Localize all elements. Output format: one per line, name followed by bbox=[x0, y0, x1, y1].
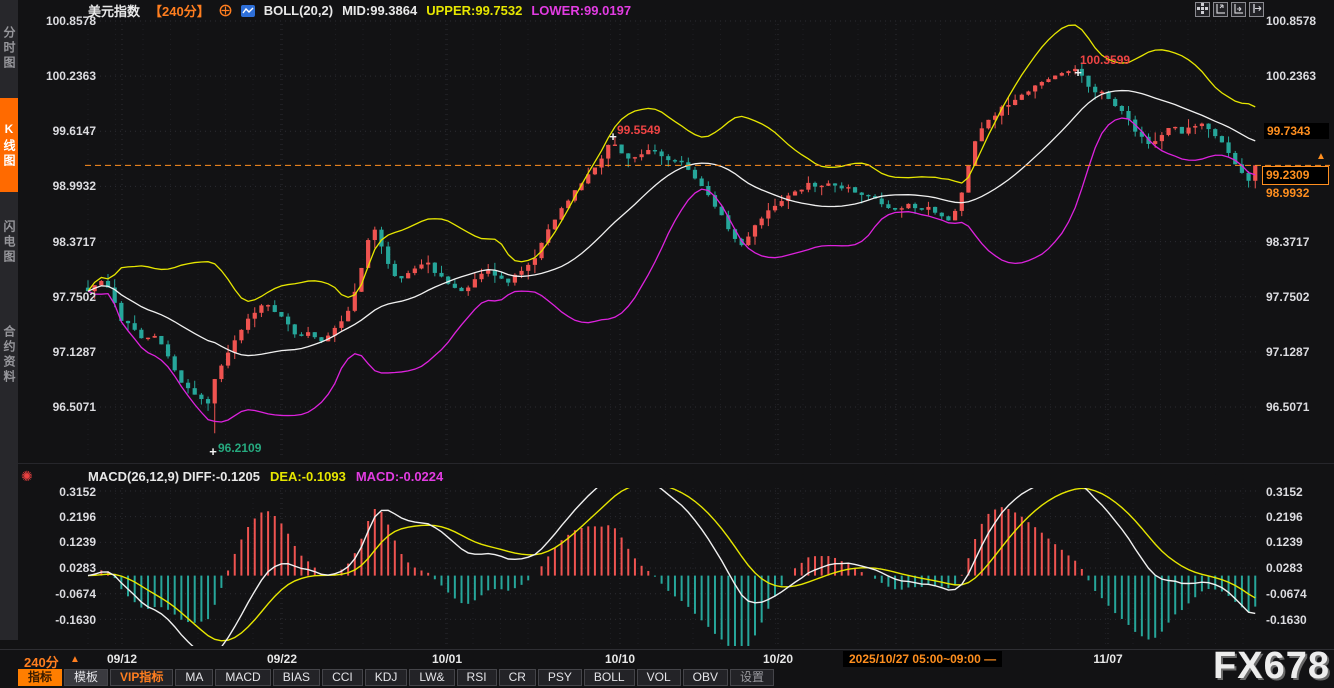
indicator-tab[interactable]: PSY bbox=[538, 669, 582, 686]
main-axis-right-label: 96.5071 bbox=[1266, 400, 1309, 414]
trading-app: { "header": { "symbol": "美元指数", "period"… bbox=[0, 0, 1334, 686]
macd-axis-left-label: 0.1239 bbox=[38, 535, 96, 549]
sidebar-item-contract-info[interactable]: 合约资料 bbox=[0, 290, 18, 420]
macd-dea-value: DEA:-0.1093 bbox=[270, 469, 346, 484]
chart-type-icon[interactable] bbox=[241, 5, 255, 17]
boll-label: BOLL(20,2) bbox=[264, 3, 333, 18]
xaxis-row: 240分 ▲ 2025/10/27 05:00~09:00 — 09/1209/… bbox=[0, 649, 1334, 669]
pane-divider bbox=[0, 463, 1334, 464]
indicator-tab[interactable]: KDJ bbox=[365, 669, 408, 686]
xaxis-date-label: 10/20 bbox=[763, 652, 793, 666]
boll-upper-value: UPPER:99.7532 bbox=[426, 3, 522, 18]
boll-mid-value: MID:99.3864 bbox=[342, 3, 417, 18]
main-axis-left-label: 97.1287 bbox=[38, 345, 96, 359]
macd-axis-right-label: 0.2196 bbox=[1266, 510, 1303, 524]
macd-axis-left-label: 0.3152 bbox=[38, 485, 96, 499]
xaxis-date-label: 09/22 bbox=[267, 652, 297, 666]
indicator-tab[interactable]: 设置 bbox=[730, 669, 774, 686]
xaxis-date-label: 09/12 bbox=[107, 652, 137, 666]
current-price-label: 99.2309 bbox=[1262, 166, 1329, 185]
indicator-tab[interactable]: MACD bbox=[215, 669, 270, 686]
macd-axis-right-label: -0.0674 bbox=[1266, 587, 1307, 601]
sidebar-item-kline-chart[interactable]: K线图 bbox=[0, 98, 18, 192]
main-axis-left-label: 98.3717 bbox=[38, 235, 96, 249]
main-axis-right-label: 98.3717 bbox=[1266, 235, 1309, 249]
indicator-tab[interactable]: RSI bbox=[457, 669, 497, 686]
sidebar: 分时图 K线图 闪电图 合约资料 bbox=[0, 0, 18, 640]
macd-axis-left-label: 0.0283 bbox=[38, 561, 96, 575]
indicator-tab[interactable]: OBV bbox=[683, 669, 728, 686]
boll-lower-value: LOWER:99.0197 bbox=[531, 3, 631, 18]
indicator-tab[interactable]: 指标 bbox=[18, 669, 62, 686]
main-axis-left-label: 97.7502 bbox=[38, 290, 96, 304]
crosshair-toggle-icon[interactable] bbox=[219, 4, 232, 17]
fit-vertical-icon[interactable] bbox=[1213, 2, 1228, 17]
candlestick-chart[interactable] bbox=[0, 0, 1334, 686]
annotation-mid-high: 99.5549 bbox=[617, 123, 660, 137]
indicator-toolbar: 指标模板VIP指标MAMACDBIASCCIKDJLW&RSICRPSYBOLL… bbox=[18, 669, 776, 686]
upper-band-price-label: 99.7343 bbox=[1264, 123, 1329, 139]
macd-layer bbox=[88, 472, 1255, 657]
macd-axis-left-label: -0.1630 bbox=[38, 613, 96, 627]
chart-header: 美元指数 【240分】 BOLL(20,2) MID:99.3864 UPPER… bbox=[88, 2, 631, 19]
indicator-tab[interactable]: BIAS bbox=[273, 669, 320, 686]
macd-hist-value: MACD:-0.0224 bbox=[356, 469, 443, 484]
sidebar-item-flash-chart[interactable]: 闪电图 bbox=[0, 198, 18, 286]
symbol-name: 美元指数 bbox=[88, 1, 140, 20]
main-axis-left-label: 100.2363 bbox=[38, 69, 96, 83]
macd-header: MACD(26,12,9) DIFF:-0.1205 DEA:-0.1093 M… bbox=[88, 469, 443, 484]
xaxis-date-label: 11/07 bbox=[1093, 652, 1122, 666]
xaxis-date-label: 10/01 bbox=[432, 652, 462, 666]
indicator-tab[interactable]: CCI bbox=[322, 669, 363, 686]
period-dropdown-arrow-icon[interactable]: ▲ bbox=[70, 654, 80, 665]
price-up-arrow-icon: ▲ bbox=[1316, 151, 1326, 162]
axis-label-near-price: 98.9932 bbox=[1266, 186, 1309, 200]
exit-icon[interactable] bbox=[1249, 2, 1264, 17]
sidebar-item-timeline-chart[interactable]: 分时图 bbox=[0, 4, 18, 92]
crosshair-date-tooltip: 2025/10/27 05:00~09:00 — bbox=[843, 651, 1002, 667]
annotation-mid-high-marker: + bbox=[609, 129, 617, 144]
annotation-session-low-marker: + bbox=[209, 444, 217, 459]
macd-axis-right-label: 0.1239 bbox=[1266, 535, 1303, 549]
main-axis-left-label: 98.9932 bbox=[38, 179, 96, 193]
bollinger-bands-layer bbox=[88, 25, 1255, 422]
fit-horizontal-icon[interactable] bbox=[1231, 2, 1246, 17]
main-axis-left-label: 99.6147 bbox=[38, 124, 96, 138]
annotation-session-low: 96.2109 bbox=[218, 441, 261, 455]
annotation-session-high: 100.3599 bbox=[1080, 53, 1130, 67]
macd-axis-left-label: -0.0674 bbox=[38, 587, 96, 601]
macd-diff-value: MACD(26,12,9) DIFF:-0.1205 bbox=[88, 469, 260, 484]
main-axis-right-label: 97.7502 bbox=[1266, 290, 1309, 304]
main-axis-right-label: 100.2363 bbox=[1266, 69, 1316, 83]
indicator-tab[interactable]: CR bbox=[499, 669, 536, 686]
chart-toolbar-buttons bbox=[1195, 2, 1264, 17]
indicator-tab[interactable]: 模板 bbox=[64, 669, 108, 686]
indicator-tab[interactable]: VOL bbox=[637, 669, 681, 686]
macd-axis-right-label: 0.0283 bbox=[1266, 561, 1303, 575]
main-axis-right-label: 100.8578 bbox=[1266, 14, 1316, 28]
indicator-tab[interactable]: MA bbox=[175, 669, 213, 686]
main-axis-left-label: 96.5071 bbox=[38, 400, 96, 414]
macd-axis-right-label: -0.1630 bbox=[1266, 613, 1307, 627]
indicator-tab[interactable]: VIP指标 bbox=[110, 669, 173, 686]
macd-axis-right-label: 0.3152 bbox=[1266, 485, 1303, 499]
annotation-session-high-marker: + bbox=[1074, 65, 1082, 80]
candles-layer bbox=[86, 62, 1257, 433]
period-label: 【240分】 bbox=[149, 1, 210, 20]
pan-icon[interactable] bbox=[1195, 2, 1210, 17]
indicator-tab[interactable]: LW& bbox=[409, 669, 454, 686]
xaxis-date-label: 10/10 bbox=[605, 652, 635, 666]
macd-axis-left-label: 0.2196 bbox=[38, 510, 96, 524]
indicator-tab[interactable]: BOLL bbox=[584, 669, 635, 686]
main-axis-right-label: 97.1287 bbox=[1266, 345, 1309, 359]
macd-indicator-icon[interactable]: ✺ bbox=[21, 468, 33, 485]
